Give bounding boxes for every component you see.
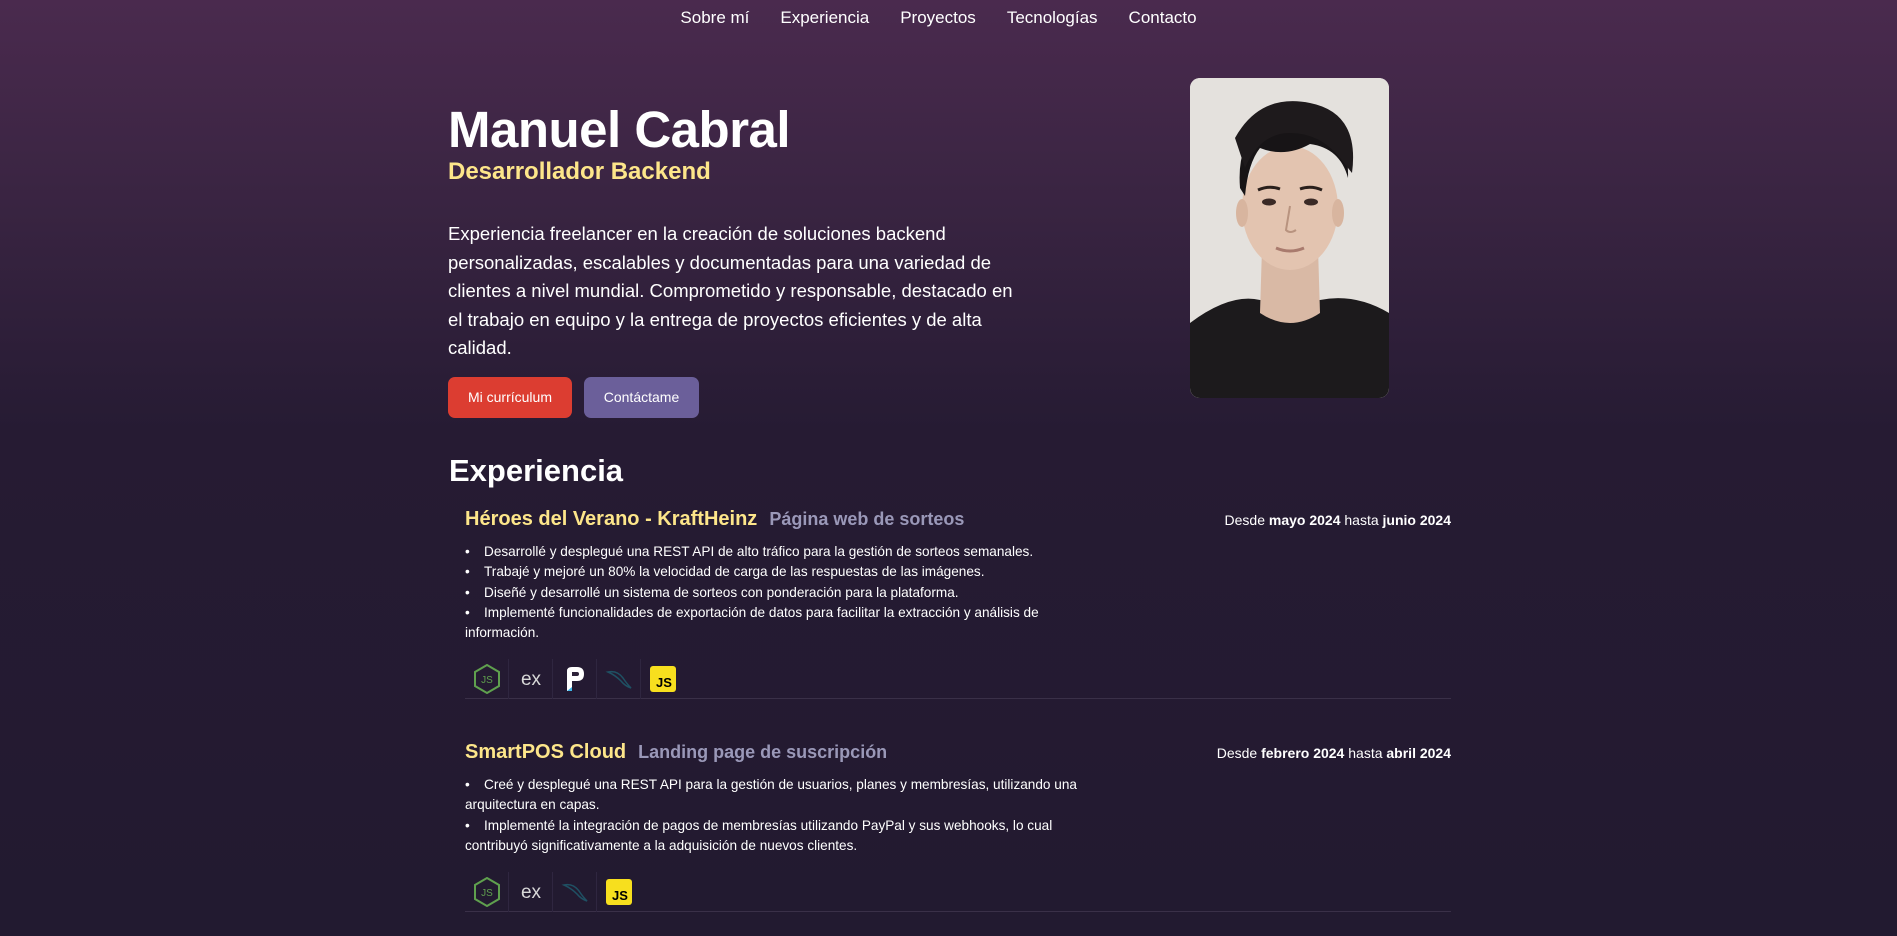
list-item: • Trabajé y mejoré un 80% la velocidad de… [465,564,985,580]
svg-text:ex: ex [520,882,541,903]
date-middle: hasta [1348,745,1383,761]
hero-name: Manuel Cabral [448,101,791,158]
experience-project: Página web de sorteos [769,509,965,529]
experience-dates: Desde mayo 2024 hasta junio 2024 [1225,512,1451,528]
mysql-icon [597,659,641,700]
nav-links: Sobre mí Experiencia Proyectos Tecnologí… [680,8,1196,28]
date-prefix: Desde [1224,512,1265,528]
bullet-text: Desarrollé y desplegué una REST API de a… [484,544,1034,559]
express-icon: ex [509,872,553,913]
experience-bullets: • Creé y desplegué una REST API para la g… [465,775,1105,856]
list-item: • Creé y desplegué una REST API para la g… [465,777,1077,813]
tech-icons: JS ex JS [465,657,1451,701]
tech-icons: JS ex JS [465,870,1451,914]
list-item: • Desarrollé y desplegué una REST API de … [465,544,1034,559]
experience-dates: Desde febrero 2024 hasta abril 2024 [1217,745,1451,761]
list-item: • Implementé funcionalidades de exportaci… [465,604,1039,641]
experience-titles: Héroes del Verano - KraftHeinz Página we… [465,508,964,531]
experience-header: Héroes del Verano - KraftHeinz Página we… [465,508,1451,531]
bullet-text: Implementé la integración de pagos de me… [465,817,1053,853]
experience-company: Héroes del Verano - KraftHeinz [465,508,758,530]
svg-text:JS: JS [612,888,628,903]
list-item: • Diseñé y desarrollé un sistema de sorte… [465,584,959,600]
bullet-text: Diseñé y desarrollé un sistema de sorteo… [484,584,959,600]
nav-link-contact[interactable]: Contacto [1129,8,1197,28]
nodejs-icon: JS [465,659,509,700]
date-start: febrero 2024 [1261,745,1345,761]
javascript-icon: JS [597,872,641,912]
hero-description: Experiencia freelancer en la creación de… [448,223,1013,358]
contact-button[interactable]: Contáctame [584,376,699,418]
svg-text:JS: JS [656,675,672,690]
experience-company: SmartPOS Cloud [465,741,627,763]
svg-text:JS: JS [481,675,493,686]
bullet-text: Implementé funcionalidades de exportació… [465,604,1039,641]
hero-section: Manuel Cabral Desarrollador Backend Expe… [448,100,1028,418]
experience-project: Landing page de suscripción [638,742,888,762]
prisma-icon [553,659,597,700]
bullet-text: Creé y desplegué una REST API para la ge… [465,777,1077,813]
nodejs-icon: JS [465,872,509,913]
experience-header: SmartPOS Cloud Landing page de suscripci… [465,741,1451,764]
profile-photo-illustration [1190,78,1389,398]
experience-section-title: Experiencia [449,453,624,488]
nav-link-about[interactable]: Sobre mí [680,8,749,28]
date-end: abril 2024 [1386,745,1451,761]
svg-text:JS: JS [481,888,493,899]
experience-item: Héroes del Verano - KraftHeinz Página we… [465,508,1451,701]
nav-link-technologies[interactable]: Tecnologías [1007,8,1098,28]
experience-bullets: • Desarrollé y desplegué una REST API de … [465,542,1105,643]
cv-button[interactable]: Mi currículum [448,376,572,418]
hero-role: Desarrollador Backend [448,158,711,185]
express-icon: ex [509,659,553,700]
date-prefix: Desde [1216,745,1258,761]
svg-text:ex: ex [520,669,541,690]
date-middle: hasta [1344,512,1379,528]
experience-titles: SmartPOS Cloud Landing page de suscripci… [465,741,887,764]
top-navigation: Sobre mí Experiencia Proyectos Tecnologí… [0,0,1897,36]
nav-link-projects[interactable]: Proyectos [900,8,976,28]
nav-link-experience[interactable]: Experiencia [780,8,869,28]
bullet-text: Trabajé y mejoré un 80% la velocidad de … [484,564,985,580]
mysql-icon [553,872,597,913]
list-item: • Implementé la integración de pagos de m… [465,817,1053,853]
date-start: mayo 2024 [1268,512,1341,528]
experience-item: SmartPOS Cloud Landing page de suscripci… [465,741,1451,914]
profile-photo [1190,78,1389,398]
hero-buttons: Mi currículum Contáctame [448,376,1028,418]
date-end: junio 2024 [1382,512,1451,528]
javascript-icon: JS [641,659,685,699]
